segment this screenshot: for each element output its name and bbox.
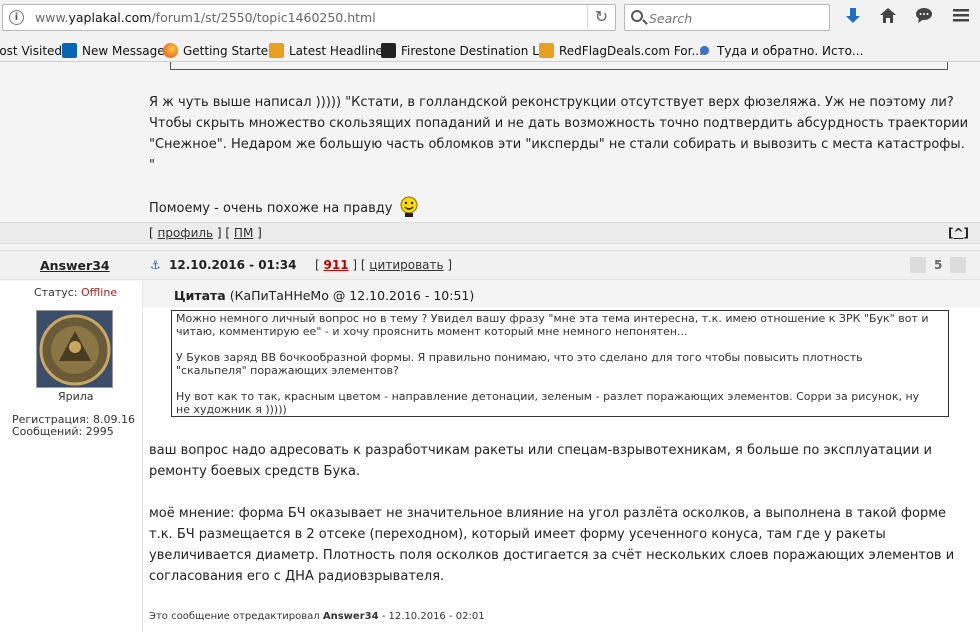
bookmark-most-visited[interactable]: lost Visited	[0, 42, 62, 60]
closing-text: Помоему - очень похоже на правду	[149, 201, 393, 216]
url-text[interactable]: www.yaplakal.com/forum1/st/2550/topic146…	[35, 10, 376, 25]
bookmark-getting-started[interactable]: Getting Started	[163, 42, 276, 60]
firefox-icon	[163, 43, 178, 58]
post-header: ⚓ 12.10.2016 - 01:34 [ 911 ] [ цитироват…	[0, 250, 980, 280]
quote-header: Цитата (КаПиТаННеМо @ 12.10.2016 - 10:51…	[174, 288, 474, 303]
post-body-line: моё мнение: форма БЧ оказывает не значит…	[149, 506, 947, 521]
bookmark-new-message[interactable]: New Message	[62, 42, 165, 60]
edit-note-date: - 12.10.2016 - 02:01	[381, 611, 485, 622]
post-body-line: т.к. БЧ размещается в 2 отсеке (переходн…	[149, 527, 886, 542]
profile-link[interactable]: профиль	[158, 226, 214, 240]
pm-link[interactable]: ПМ	[234, 226, 253, 240]
url-bar[interactable]: i www.yaplakal.com/forum1/st/2550/topic1…	[2, 4, 616, 31]
rating-value: 5	[934, 258, 943, 272]
quote-line: Ну вот как то так, красным цветом - напр…	[176, 390, 920, 403]
post-number-link[interactable]: 911	[324, 258, 349, 272]
author-status: Статус: Offline	[34, 286, 117, 299]
quote-line: читаю, комментирую ее" - и хочу прояснит…	[176, 325, 688, 338]
outlook-icon	[62, 43, 77, 58]
quote-line: не художник я )))))	[176, 403, 287, 416]
rss-icon	[269, 43, 284, 58]
post-body-line: увеличивается диаметр. Плотность поля ос…	[149, 548, 955, 563]
back-to-top-link[interactable]: [^]	[948, 223, 969, 243]
bookmark-tuda-i-obratno[interactable]: Туда и обратно. Исто...	[697, 42, 863, 60]
search-input[interactable]	[649, 9, 825, 27]
reload-icon[interactable]: ↻	[587, 5, 615, 30]
quote-box: Можно немного личный вопрос но в тему ? …	[171, 310, 949, 417]
firestone-icon	[381, 43, 396, 58]
rss-icon	[539, 43, 554, 58]
post-line: "Снежное". Недаром же большую часть обло…	[149, 137, 965, 152]
quote-link[interactable]: цитировать	[369, 258, 443, 272]
avatar[interactable]	[36, 310, 113, 388]
quote-line: У Буков заряд ВВ бочкообразной формы. Я …	[176, 351, 863, 364]
bookmark-firestone[interactable]: Firestone Destination L...	[381, 42, 550, 60]
bookmark-latest-headlines[interactable]: Latest Headlines	[269, 42, 389, 60]
chat-icon[interactable]	[913, 7, 935, 27]
post-body-line: согласования его с ДНА радиовзрывателя.	[149, 569, 445, 584]
post-author-link[interactable]: Answer34	[40, 258, 110, 273]
quote-meta: (КаПиТаННеМо @ 12.10.2016 - 10:51)	[229, 288, 475, 303]
bookmark-redflagdeals[interactable]: RedFlagDeals.com For...	[539, 42, 703, 60]
status-label: Статус:	[34, 286, 78, 299]
forum-page: Я ж чуть выше написал ))))) "Кстати, в г…	[0, 62, 980, 632]
status-value: Offline	[81, 286, 118, 299]
search-bar[interactable]	[624, 4, 830, 31]
messages-count: Сообщений: 2995	[12, 425, 114, 438]
edit-note-author: Answer34	[322, 611, 379, 622]
post-body-line: ваш вопрос надо адресовать к разработчик…	[149, 443, 932, 458]
edit-note: Это сообщение отредактировал Answer34 - …	[149, 611, 485, 622]
post-closing: Помоему - очень похоже на правду	[149, 196, 418, 225]
quote-line	[176, 377, 944, 390]
search-icon	[631, 10, 643, 22]
post-number-box: [ 911 ] [ цитировать ]	[315, 258, 453, 272]
pin-icon	[697, 43, 712, 58]
quote-line	[176, 338, 944, 351]
profile-links: [ профиль ] [ ПМ ]	[149, 226, 262, 240]
post-body-line: ремонту боевых средств Бука.	[149, 464, 361, 479]
bookmarks-toolbar: lost Visited New Message Getting Started…	[0, 40, 980, 62]
site-info-icon[interactable]: i	[9, 10, 24, 25]
rate-down-icon[interactable]	[910, 257, 926, 273]
quote-box-end	[170, 62, 948, 70]
rate-up-icon[interactable]	[950, 257, 966, 273]
home-icon[interactable]	[877, 7, 899, 27]
anchor-icon[interactable]: ⚓	[150, 258, 161, 272]
post-line: Чтобы скрыть множество скользящих попада…	[149, 116, 969, 131]
post-line: "	[149, 158, 155, 173]
browser-chrome: i www.yaplakal.com/forum1/st/2550/topic1…	[0, 0, 980, 62]
avatar-caption: Ярила	[58, 390, 94, 403]
quote-line: Можно немного личный вопрос но в тему ? …	[176, 312, 929, 325]
menu-icon[interactable]	[950, 7, 972, 27]
post-datetime: 12.10.2016 - 01:34	[169, 258, 297, 272]
smiley-icon	[400, 196, 418, 225]
quote-title: Цитата	[174, 288, 226, 303]
download-icon[interactable]	[842, 7, 864, 27]
edit-note-prefix: Это сообщение отредактировал	[149, 611, 320, 622]
quote-line: "скальпеля" поражающих элементов?	[176, 364, 399, 377]
post-actions-bar: [ профиль ] [ ПМ ] [^]	[0, 222, 980, 244]
author-sidebar: Статус: Offline Ярила Регистрация: 8.09.…	[0, 281, 143, 632]
post-line: Я ж чуть выше написал ))))) "Кстати, в г…	[149, 95, 954, 110]
